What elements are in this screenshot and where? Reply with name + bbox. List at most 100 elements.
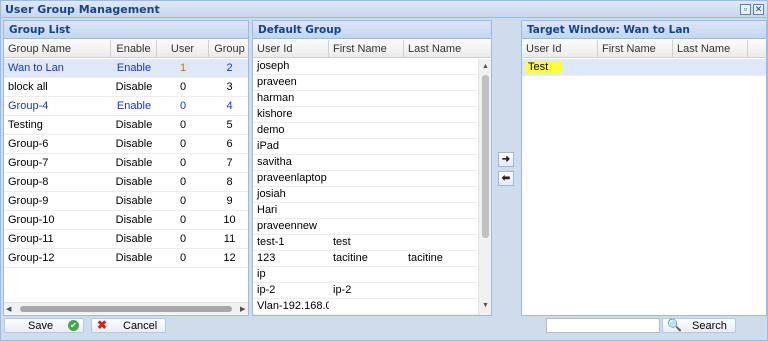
table-row[interactable]: Group-10 Disable 0 10 bbox=[4, 211, 248, 230]
col-enable[interactable]: Enable bbox=[111, 40, 157, 58]
table-row[interactable]: demo bbox=[253, 123, 478, 139]
group-list-columns: Group Name Enable User Count Group Id bbox=[4, 40, 250, 73]
col-first-name[interactable]: First Name bbox=[598, 40, 673, 58]
col-user-count[interactable]: User Count bbox=[157, 40, 209, 73]
user-id-cell: savitha bbox=[257, 156, 292, 168]
table-row[interactable]: praveen bbox=[253, 75, 478, 91]
close-icon[interactable]: ✕ bbox=[753, 4, 764, 15]
first-name-cell bbox=[329, 299, 404, 314]
scroll-left-icon[interactable]: ◀ bbox=[6, 305, 11, 313]
default-group-vscroll[interactable]: ▲ ▼ bbox=[478, 59, 491, 315]
table-row[interactable]: Group-11 Disable 0 11 bbox=[4, 230, 248, 249]
table-row[interactable]: praveennew bbox=[253, 219, 478, 235]
user-id-cell: joseph bbox=[257, 60, 290, 72]
table-row[interactable]: Group-6 Disable 0 6 bbox=[4, 135, 248, 154]
first-name-cell: test bbox=[333, 236, 351, 248]
last-name-cell bbox=[404, 123, 478, 138]
table-row[interactable]: kishore bbox=[253, 107, 478, 123]
first-name-cell bbox=[329, 219, 404, 234]
group-id-cell: 9 bbox=[226, 195, 233, 207]
table-row[interactable]: Wan to Lan Enable 1 2 bbox=[4, 59, 248, 78]
table-row[interactable]: Test bbox=[522, 59, 766, 76]
table-row[interactable]: josiah bbox=[253, 187, 478, 203]
col-last-name[interactable]: Last Name bbox=[673, 40, 748, 58]
table-row[interactable]: joseph bbox=[253, 59, 478, 75]
enable-cell: Enable bbox=[116, 100, 152, 112]
user-id-cell: praveenlaptop bbox=[257, 172, 327, 184]
enable-cell: Disable bbox=[115, 195, 153, 207]
first-name-cell bbox=[329, 123, 404, 138]
col-user-id[interactable]: User Id bbox=[253, 40, 329, 58]
enable-cell: Disable bbox=[115, 214, 153, 226]
last-name-cell bbox=[404, 155, 478, 170]
table-row[interactable]: Group-7 Disable 0 7 bbox=[4, 154, 248, 173]
table-row[interactable]: Group-12 Disable 0 12 bbox=[4, 249, 248, 268]
table-row[interactable]: Vlan-192.168.0.0 bbox=[253, 299, 478, 315]
table-row[interactable]: Testing Disable 0 5 bbox=[4, 116, 248, 135]
window-titlebar: User Group Management ▫ ✕ bbox=[1, 1, 767, 18]
table-row[interactable]: harman bbox=[253, 91, 478, 107]
table-row[interactable]: test-1 test bbox=[253, 235, 478, 251]
col-user-id[interactable]: User Id bbox=[522, 40, 598, 58]
col-last-name[interactable]: Last Name bbox=[404, 40, 491, 58]
user-count-cell: 0 bbox=[179, 157, 187, 169]
table-row[interactable]: praveenlaptop bbox=[253, 171, 478, 187]
search-button[interactable]: 🔍 Search bbox=[662, 318, 736, 333]
user-id-cell: Test bbox=[522, 59, 598, 77]
table-row[interactable]: Group-8 Disable 0 8 bbox=[4, 173, 248, 192]
last-name-cell bbox=[404, 267, 478, 282]
user-id-cell: praveennew bbox=[257, 220, 317, 232]
table-row[interactable]: block all Disable 0 3 bbox=[4, 78, 248, 97]
group-name-cell: Group-10 bbox=[8, 214, 55, 226]
table-row[interactable]: 123 tacitine tacitine bbox=[253, 251, 478, 267]
cancel-button[interactable]: ✖ Cancel bbox=[91, 318, 166, 333]
table-row[interactable]: savitha bbox=[253, 155, 478, 171]
table-row[interactable]: ip bbox=[253, 267, 478, 283]
search-button-label: Search bbox=[692, 320, 727, 332]
table-row[interactable]: iPad bbox=[253, 139, 478, 155]
group-name-cell: Group-6 bbox=[8, 138, 49, 150]
highlighted-user-id: Test bbox=[526, 61, 563, 73]
scroll-down-icon[interactable]: ▼ bbox=[482, 302, 489, 309]
footer-toolbar: Save ✔ ✖ Cancel 🔍 Search bbox=[1, 316, 767, 340]
save-button[interactable]: Save ✔ bbox=[4, 318, 84, 333]
table-row[interactable]: ip-2 ip-2 bbox=[253, 283, 478, 299]
default-group-vscroll-thumb[interactable] bbox=[482, 75, 489, 238]
user-id-cell: Vlan-192.168.0.0 bbox=[257, 300, 329, 312]
search-input[interactable] bbox=[546, 318, 660, 333]
col-first-name[interactable]: First Name bbox=[329, 40, 404, 58]
target-window-header: Target Window: Wan to Lan bbox=[522, 21, 766, 39]
user-id-cell: harman bbox=[257, 92, 295, 104]
user-count-cell: 1 bbox=[179, 62, 187, 74]
group-name-cell: Group-4 bbox=[8, 100, 49, 112]
group-list-hscroll[interactable]: ◀ ▶ bbox=[4, 302, 248, 314]
move-right-button[interactable]: ➜ bbox=[498, 152, 514, 167]
save-button-label: Save bbox=[28, 320, 54, 332]
first-name-cell bbox=[329, 267, 404, 282]
first-name-cell: tacitine bbox=[333, 252, 368, 264]
table-row[interactable]: Hari bbox=[253, 203, 478, 219]
cancel-button-label: Cancel bbox=[123, 320, 158, 332]
first-name-cell bbox=[598, 59, 673, 77]
user-id-cell: ip bbox=[257, 268, 266, 280]
first-name-cell bbox=[329, 171, 404, 186]
last-name-cell bbox=[404, 91, 478, 106]
last-name-cell bbox=[404, 299, 478, 314]
check-icon: ✔ bbox=[68, 320, 79, 331]
first-name-cell bbox=[329, 203, 404, 218]
table-row[interactable]: Group-4 Enable 0 4 bbox=[4, 97, 248, 116]
col-group-id[interactable]: Group Id bbox=[209, 40, 250, 73]
move-left-button[interactable]: ⬅ bbox=[498, 171, 514, 186]
user-id-cell: 123 bbox=[257, 252, 276, 264]
group-list-hscroll-thumb[interactable] bbox=[20, 306, 232, 312]
table-row[interactable]: Group-9 Disable 0 9 bbox=[4, 192, 248, 211]
group-id-cell: 6 bbox=[226, 138, 233, 150]
group-id-cell: 4 bbox=[226, 100, 233, 112]
scroll-right-icon[interactable]: ▶ bbox=[240, 305, 245, 313]
enable-cell: Enable bbox=[116, 62, 152, 74]
user-count-cell: 0 bbox=[179, 252, 187, 264]
col-group-name[interactable]: Group Name bbox=[4, 40, 111, 58]
scroll-up-icon[interactable]: ▲ bbox=[482, 63, 489, 70]
arrow-left-icon: ⬅ bbox=[501, 173, 511, 184]
restore-icon[interactable]: ▫ bbox=[740, 4, 751, 15]
